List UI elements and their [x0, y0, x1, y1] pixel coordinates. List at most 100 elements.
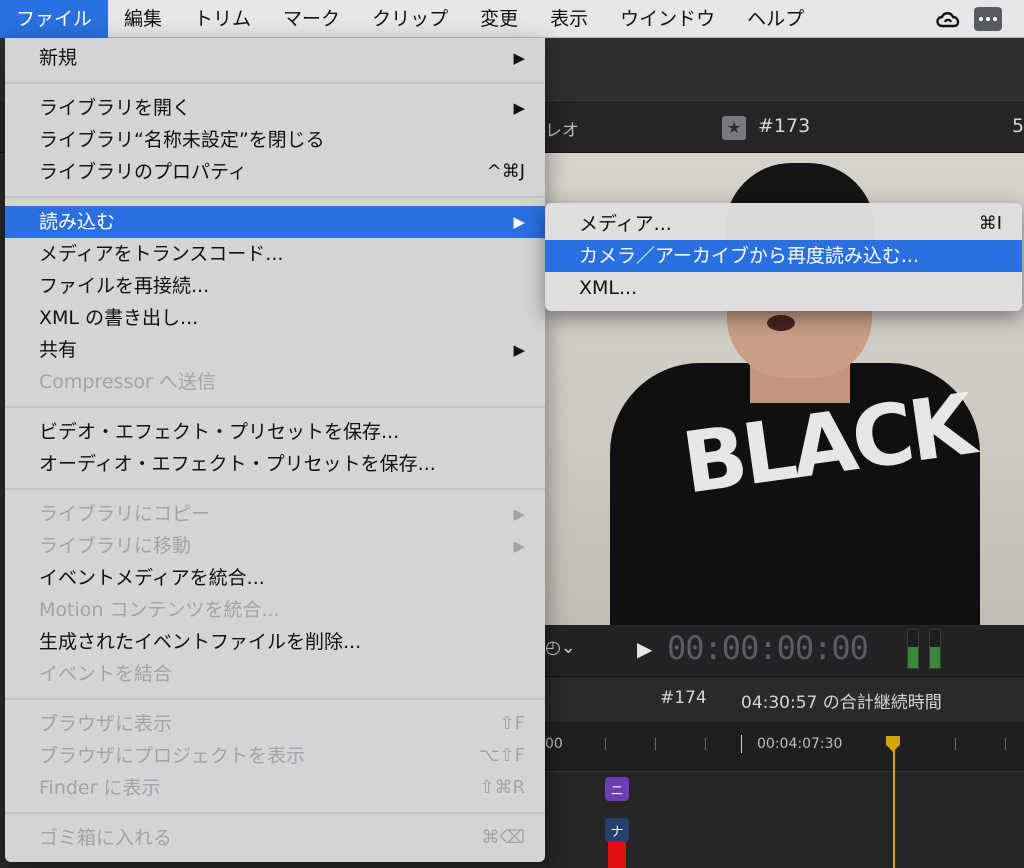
menu-item[interactable]: イベントメディアを統合...: [5, 562, 545, 594]
ruler-timecode-left: 00: [545, 736, 563, 752]
menu-item-shortcut: ⌘⌫: [481, 827, 525, 848]
menu-item: Finder に表示 ⇧⌘R: [5, 772, 545, 804]
menu-item: イベントを結合: [5, 658, 545, 690]
menu-item[interactable]: 共有 ▶: [5, 334, 545, 366]
timeline-clip-red[interactable]: [608, 842, 626, 868]
menu-item: ライブラリに移動 ▶: [5, 530, 545, 562]
menu-separator: [5, 188, 545, 206]
menu-item: ブラウザに表示 ⇧F: [5, 708, 545, 740]
menu-item-label: ライブラリのプロパティ: [39, 161, 247, 183]
menu-item-label: ビデオ・エフェクト・プリセットを保存...: [39, 421, 400, 443]
audio-meter-right: [929, 629, 941, 669]
menu-item-label: ブラウザに表示: [39, 713, 173, 735]
menu-bar-item-3[interactable]: マーク: [267, 0, 356, 38]
timeline-clip-name: #174: [660, 688, 707, 708]
menu-separator: [5, 74, 545, 92]
transport-bar: ◴⌄ ▶ 00:00:00:00: [545, 625, 1024, 677]
menu-bar-item-0[interactable]: ファイル: [0, 0, 109, 38]
menu-item-label: オーディオ・エフェクト・プリセットを保存...: [39, 453, 436, 475]
menu-bar-items: ファイル 編集 トリム マーク クリップ 変更 表示 ウインドウ ヘルプ: [0, 0, 820, 38]
menu-item-label: ゴミ箱に入れる: [39, 827, 173, 849]
ruler-tick: [955, 738, 956, 750]
menu-item: ブラウザにプロジェクトを表示 ⌥⇧F: [5, 740, 545, 772]
menu-separator: [5, 398, 545, 416]
menu-item-label: ライブラリ“名称未設定”を閉じる: [39, 129, 325, 151]
creative-cloud-icon[interactable]: [930, 0, 966, 38]
menu-item[interactable]: 読み込む ▶: [5, 206, 545, 238]
menu-item-label: Compressor へ送信: [39, 371, 216, 393]
menu-item[interactable]: オーディオ・エフェクト・プリセットを保存...: [5, 448, 545, 480]
menu-item-label: 共有: [39, 339, 78, 361]
menu-item-label: ライブラリにコピー: [39, 503, 211, 525]
timeline-header: #174 04:30:57 の合計継続時間: [545, 677, 1024, 722]
viewer-header-right-label: 5: [1012, 115, 1024, 137]
menu-bar-item-6[interactable]: 表示: [534, 0, 604, 38]
video-person-mouth: [767, 315, 795, 331]
submenu-arrow-icon: ▶: [513, 505, 525, 523]
ruler-tick-major: [741, 735, 742, 753]
more-icon[interactable]: [974, 7, 1002, 31]
play-button[interactable]: ▶: [637, 637, 652, 661]
menu-item-label: イベントを結合: [39, 663, 173, 685]
menu-item[interactable]: XML...: [545, 272, 1022, 304]
menu-bar-item-5[interactable]: 変更: [464, 0, 534, 38]
import-submenu: メディア... ⌘I カメラ／アーカイブから再度読み込む... XML...: [545, 203, 1022, 311]
submenu-arrow-icon: ▶: [513, 49, 525, 67]
menu-item: Compressor へ送信: [5, 366, 545, 398]
menu-item-label: カメラ／アーカイブから再度読み込む...: [579, 245, 919, 267]
menu-item-label: 読み込む: [39, 211, 116, 233]
menu-bar-item-7[interactable]: ウインドウ: [604, 0, 731, 38]
menu-item-label: Finder に表示: [39, 777, 161, 799]
menu-separator: [5, 690, 545, 708]
playhead-line[interactable]: [893, 738, 895, 868]
menu-item[interactable]: ライブラリを開く ▶: [5, 92, 545, 124]
ruler-tick: [1005, 738, 1006, 750]
menu-item-label: イベントメディアを統合...: [39, 567, 265, 589]
ruler-tick: [705, 738, 706, 750]
ruler-timecode: 00:04:07:30: [757, 736, 843, 752]
menu-item[interactable]: メディア... ⌘I: [545, 208, 1022, 240]
menu-bar-item-1[interactable]: 編集: [108, 0, 178, 38]
audio-meter-left-level: [908, 647, 918, 668]
menu-item[interactable]: XML の書き出し...: [5, 302, 545, 334]
timeline-ruler[interactable]: 00 00:04:07:30: [545, 722, 1024, 772]
menu-item: ライブラリにコピー ▶: [5, 498, 545, 530]
viewer-clip-name: #173: [758, 115, 811, 137]
timeline-clip-marker-blue[interactable]: ナ: [605, 818, 629, 842]
menu-item-shortcut: ^⌘J: [486, 161, 525, 182]
file-menu: 新規 ▶ ライブラリを開く ▶ ライブラリ“名称未設定”を閉じる ライブラリのプロパティ ^…: [5, 38, 545, 862]
menu-item-label: ライブラリに移動: [39, 535, 192, 557]
menu-item[interactable]: 生成されたイベントファイルを削除...: [5, 626, 545, 658]
timeline-total-duration: 04:30:57 の合計継続時間: [741, 693, 942, 713]
menu-item[interactable]: ライブラリ“名称未設定”を閉じる: [5, 124, 545, 156]
menu-bar-item-8[interactable]: ヘルプ: [731, 0, 820, 38]
menu-item-label: ブラウザにプロジェクトを表示: [39, 745, 306, 767]
favorite-star-icon[interactable]: ★: [722, 116, 746, 140]
menu-item[interactable]: 新規 ▶: [5, 42, 545, 74]
menu-item[interactable]: ライブラリのプロパティ ^⌘J: [5, 156, 545, 188]
menu-item-label: Motion コンテンツを統合...: [39, 599, 280, 621]
menu-item-label: メディア...: [579, 213, 672, 235]
menu-bar-item-2[interactable]: トリム: [178, 0, 267, 38]
menu-bar-item-4[interactable]: クリップ: [356, 0, 464, 38]
menu-item-label: XML...: [579, 277, 638, 299]
menu-item-shortcut: ⌥⇧F: [478, 745, 525, 766]
menu-item-shortcut: ⇧F: [499, 713, 525, 734]
viewer-header-left-label: レオ: [545, 121, 579, 141]
menu-separator: [5, 480, 545, 498]
menu-item-label: メディアをトランスコード...: [39, 243, 284, 265]
menu-bar-status-area: [930, 0, 1024, 38]
menu-item-label: ライブラリを開く: [39, 97, 192, 119]
menu-item[interactable]: カメラ／アーカイブから再度読み込む...: [545, 240, 1022, 272]
retime-speed-icon[interactable]: ◴⌄: [545, 637, 576, 658]
timecode-display: 00:00:00:00: [667, 629, 869, 667]
ruler-tick: [605, 738, 606, 750]
menu-item[interactable]: メディアをトランスコード...: [5, 238, 545, 270]
timeline-clip-marker-purple[interactable]: ニ: [605, 777, 629, 801]
ruler-tick: [655, 738, 656, 750]
submenu-arrow-icon: ▶: [513, 213, 525, 231]
menu-item[interactable]: ビデオ・エフェクト・プリセットを保存...: [5, 416, 545, 448]
menu-item[interactable]: ファイルを再接続...: [5, 270, 545, 302]
menu-separator: [5, 804, 545, 822]
menu-item-shortcut: ⇧⌘R: [479, 777, 525, 798]
